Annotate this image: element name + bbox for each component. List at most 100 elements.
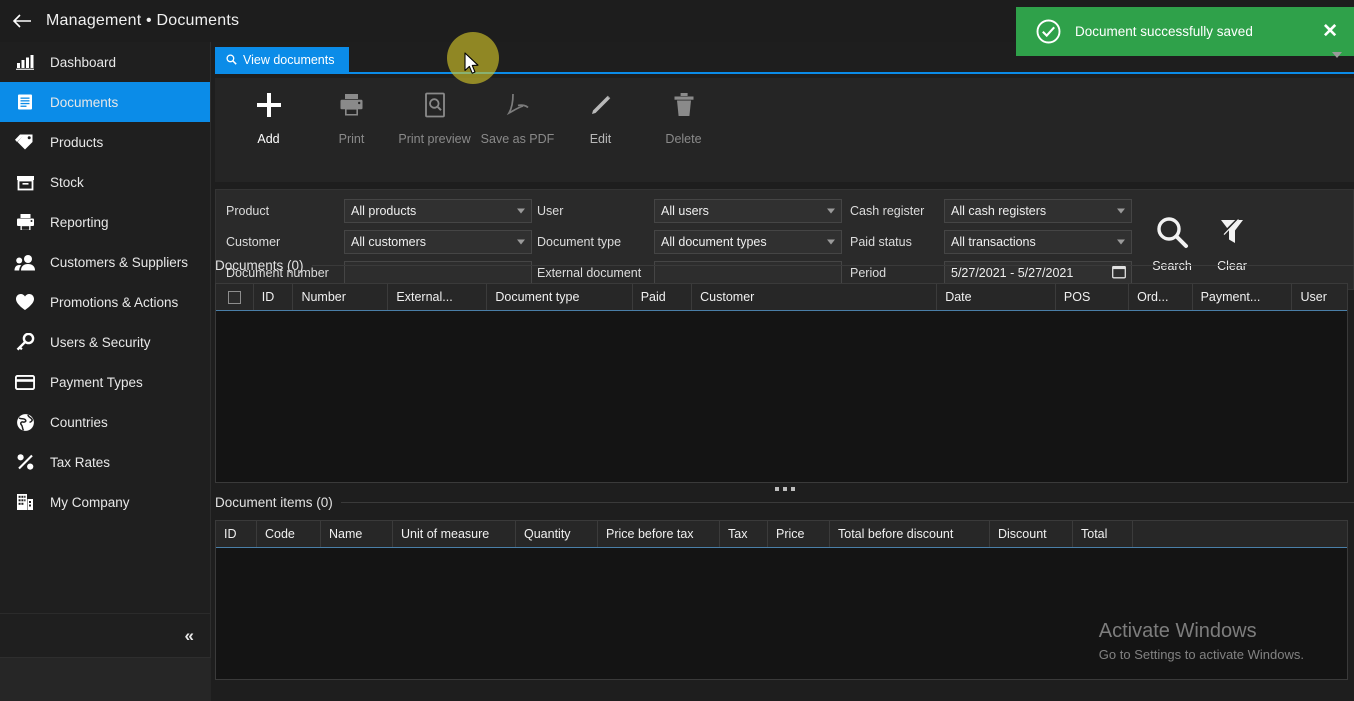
- sidebar-item-label: Stock: [50, 174, 84, 190]
- toolbar-button-label: Delete: [665, 132, 702, 146]
- column-header-payment[interactable]: Payment...: [1193, 284, 1293, 310]
- delete-button[interactable]: Delete: [642, 90, 725, 146]
- column-header-customer[interactable]: Customer: [692, 284, 938, 310]
- item-column-header-price-before-tax[interactable]: Price before tax: [598, 521, 720, 547]
- tab-view-documents[interactable]: View documents: [215, 47, 349, 72]
- item-column-header-quantity[interactable]: Quantity: [516, 521, 598, 547]
- document-type-filter-value: All document types: [661, 235, 767, 249]
- sidebar-item-reporting[interactable]: Reporting: [0, 202, 210, 242]
- magnifier-icon: [1155, 212, 1189, 252]
- caption-rule: [311, 265, 1354, 266]
- tab-label: View documents: [243, 52, 335, 67]
- arrow-left-icon[interactable]: [10, 9, 34, 33]
- sidebar-item-products[interactable]: Products: [0, 122, 210, 162]
- grid-splitter[interactable]: [215, 484, 1354, 493]
- item-column-header-total-before-discount[interactable]: Total before discount: [830, 521, 990, 547]
- customer-filter-label: Customer: [226, 235, 281, 249]
- documents-caption-text: Documents (0): [215, 258, 304, 273]
- select-all-checkbox[interactable]: [227, 290, 241, 304]
- cash-register-filter-select[interactable]: All cash registers: [944, 199, 1132, 223]
- document-type-filter-select[interactable]: All document types: [654, 230, 842, 254]
- heart-icon: [14, 291, 36, 313]
- chevron-down-icon: [827, 239, 835, 245]
- document-type-filter-label: Document type: [537, 235, 622, 249]
- plus-icon: [255, 90, 283, 120]
- column-header-paid[interactable]: Paid: [633, 284, 693, 310]
- sidebar-item-documents[interactable]: Documents: [0, 82, 210, 122]
- document-items-grid[interactable]: ID Code Name Unit of measure Quantity Pr…: [215, 520, 1348, 680]
- sidebar-collapse-button[interactable]: «: [0, 613, 210, 657]
- notification-dropdown-icon[interactable]: [1332, 52, 1342, 58]
- paid-status-filter-select[interactable]: All transactions: [944, 230, 1132, 254]
- toolbar: Add Print Print preview Save as PDF Edit…: [215, 78, 1354, 182]
- item-column-header-name[interactable]: Name: [321, 521, 393, 547]
- chevron-down-icon: [517, 239, 525, 245]
- documents-grid-header: ID Number External... Document type Paid…: [216, 284, 1347, 311]
- main-content: View documents Add Print Print preview S…: [211, 42, 1354, 701]
- documents-group-caption: Documents (0): [215, 258, 1354, 273]
- customer-filter-select[interactable]: All customers: [344, 230, 532, 254]
- sidebar-item-dashboard[interactable]: Dashboard: [0, 42, 210, 82]
- sidebar-item-label: Users & Security: [50, 334, 151, 350]
- sidebar-item-customers-suppliers[interactable]: Customers & Suppliers: [0, 242, 210, 282]
- add-button[interactable]: Add: [227, 90, 310, 146]
- credit-card-icon: [14, 371, 36, 393]
- user-filter-label: User: [537, 204, 564, 218]
- check-circle-icon: [1036, 19, 1061, 44]
- user-filter-select[interactable]: All users: [654, 199, 842, 223]
- customer-filter-value: All customers: [351, 235, 427, 249]
- column-header-number[interactable]: Number: [293, 284, 389, 310]
- printer-icon: [14, 211, 36, 233]
- close-icon[interactable]: ✕: [1322, 22, 1338, 41]
- document-items-grid-body[interactable]: [216, 548, 1347, 679]
- sidebar-item-tax-rates[interactable]: Tax Rates: [0, 442, 210, 482]
- documents-grid[interactable]: ID Number External... Document type Paid…: [215, 283, 1348, 483]
- application-window: Management • Documents Dashboard Documen…: [0, 0, 1354, 701]
- print-button[interactable]: Print: [310, 90, 393, 146]
- sidebar-item-users-security[interactable]: Users & Security: [0, 322, 210, 362]
- splitter-dot: [782, 486, 787, 491]
- item-column-header-id[interactable]: ID: [216, 521, 257, 547]
- sidebar-item-label: Promotions & Actions: [50, 294, 179, 310]
- sidebar-item-promotions-actions[interactable]: Promotions & Actions: [0, 282, 210, 322]
- chevron-down-icon: [827, 208, 835, 214]
- column-header-date[interactable]: Date: [937, 284, 1056, 310]
- item-column-header-code[interactable]: Code: [257, 521, 321, 547]
- item-column-header-price[interactable]: Price: [768, 521, 830, 547]
- sidebar: Dashboard Documents Products Stock Repor: [0, 42, 211, 657]
- document-items-grid-header: ID Code Name Unit of measure Quantity Pr…: [216, 521, 1347, 548]
- filter-clear-icon: [1217, 212, 1247, 252]
- print-preview-button[interactable]: Print preview: [393, 90, 476, 146]
- edit-button[interactable]: Edit: [559, 90, 642, 146]
- sidebar-item-my-company[interactable]: My Company: [0, 482, 210, 522]
- column-header-document-type[interactable]: Document type: [487, 284, 633, 310]
- item-column-header-discount[interactable]: Discount: [990, 521, 1073, 547]
- building-icon: [14, 491, 36, 513]
- splitter-dot: [774, 486, 779, 491]
- select-all-header[interactable]: [216, 284, 254, 310]
- sidebar-item-countries[interactable]: Countries: [0, 402, 210, 442]
- key-icon: [14, 331, 36, 353]
- percent-icon: [14, 451, 36, 473]
- product-filter-select[interactable]: All products: [344, 199, 532, 223]
- item-column-header-unit-of-measure[interactable]: Unit of measure: [393, 521, 516, 547]
- sidebar-item-stock[interactable]: Stock: [0, 162, 210, 202]
- column-header-id[interactable]: ID: [254, 284, 294, 310]
- splitter-dot: [790, 486, 795, 491]
- paid-status-filter-label: Paid status: [850, 235, 912, 249]
- column-header-pos[interactable]: POS: [1056, 284, 1130, 310]
- column-header-user[interactable]: User: [1292, 284, 1347, 310]
- toolbar-button-label: Print preview: [398, 132, 471, 146]
- filter-panel: Product All products Customer All custom…: [215, 189, 1354, 290]
- item-column-header-tax[interactable]: Tax: [720, 521, 768, 547]
- item-column-header-total[interactable]: Total: [1073, 521, 1133, 547]
- save-as-pdf-button[interactable]: Save as PDF: [476, 90, 559, 146]
- column-header-external[interactable]: External...: [388, 284, 488, 310]
- sidebar-item-label: Countries: [50, 414, 108, 430]
- sidebar-item-payment-types[interactable]: Payment Types: [0, 362, 210, 402]
- caption-rule: [340, 502, 1354, 503]
- sidebar-item-label: Products: [50, 134, 104, 150]
- column-header-ord[interactable]: Ord...: [1129, 284, 1193, 310]
- documents-grid-body[interactable]: [216, 311, 1347, 482]
- cash-register-filter-label: Cash register: [850, 204, 925, 218]
